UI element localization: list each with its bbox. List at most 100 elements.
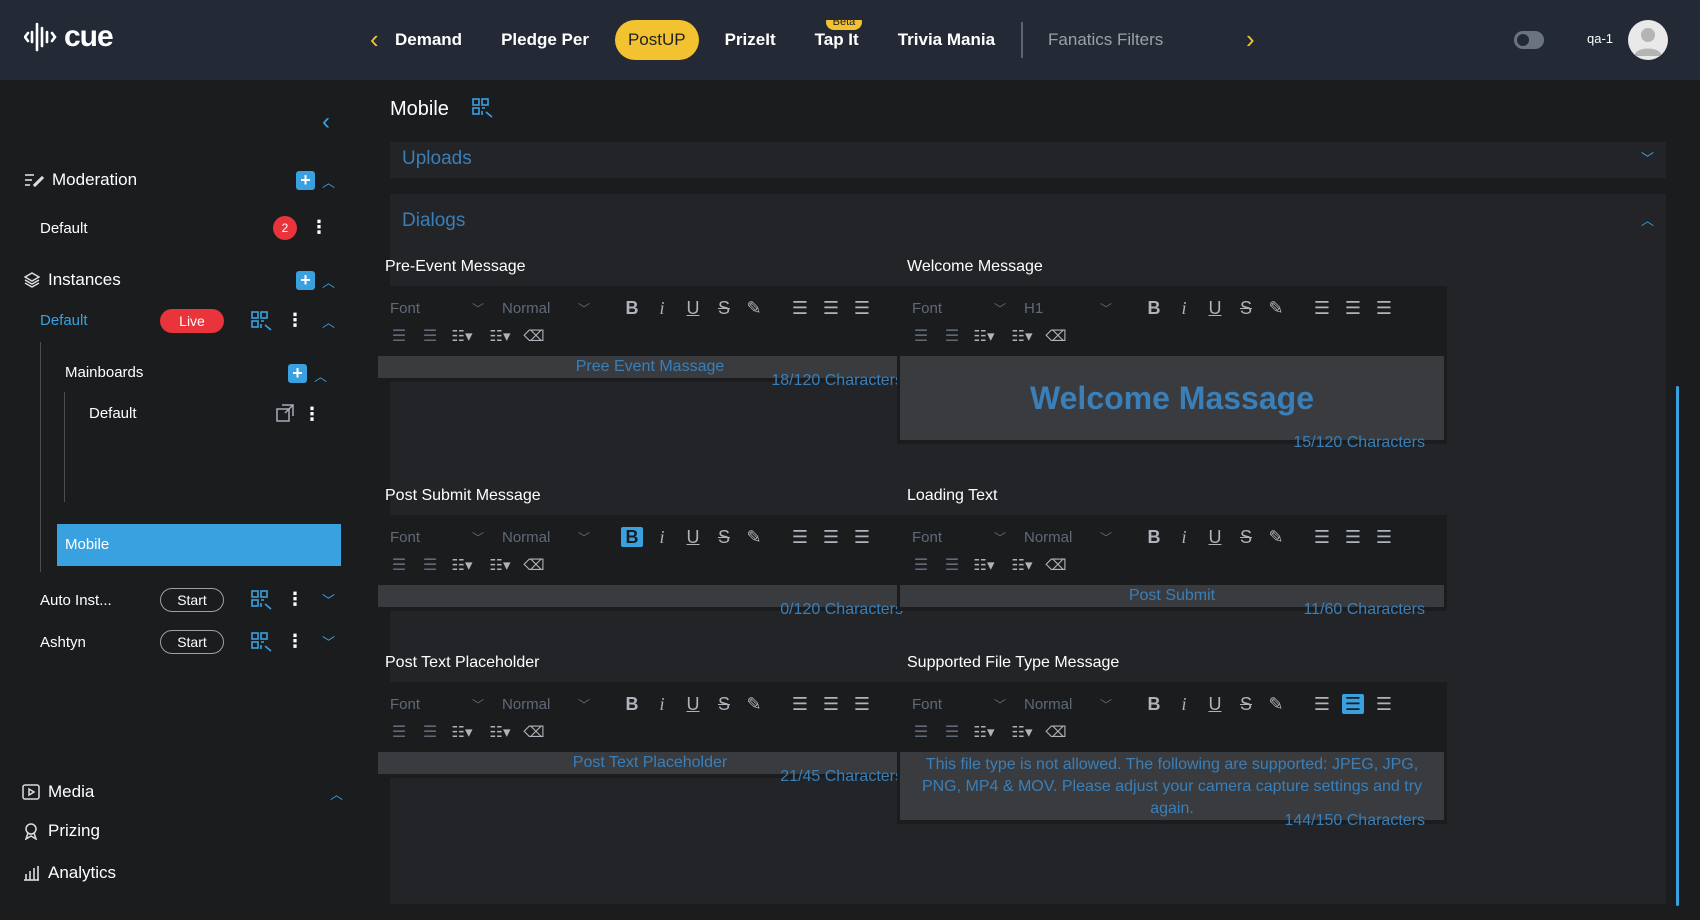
italic-icon[interactable]: i <box>1173 694 1195 714</box>
highlighter-icon[interactable]: ✎ <box>1265 298 1287 318</box>
eraser-icon[interactable]: ⌫ <box>1045 723 1067 743</box>
align-right-icon[interactable]: ☰ <box>1373 694 1395 714</box>
font-select[interactable]: Font <box>912 696 942 713</box>
underline-icon[interactable]: U <box>682 527 704 547</box>
ordered-list-icon[interactable]: ☷▾ <box>451 327 473 347</box>
align-left-icon[interactable]: ☰ <box>789 527 811 547</box>
align-right-icon[interactable]: ☰ <box>851 298 873 318</box>
align-center-icon[interactable]: ☰ <box>1342 527 1364 547</box>
align-left-icon[interactable]: ☰ <box>1311 298 1333 318</box>
indent-icon[interactable]: ☰ <box>419 723 441 743</box>
logo[interactable]: cue <box>24 20 114 54</box>
instance-auto-menu-icon[interactable]: ⋮ <box>285 589 305 610</box>
eraser-icon[interactable]: ⌫ <box>1045 327 1067 347</box>
indent-icon[interactable]: ☰ <box>941 327 963 347</box>
indent-icon[interactable]: ☰ <box>419 327 441 347</box>
add-instance-button[interactable]: + <box>296 271 315 290</box>
strikethrough-icon[interactable]: S <box>713 694 735 714</box>
align-left-icon[interactable]: ☰ <box>789 298 811 318</box>
qr-code-icon[interactable] <box>251 311 273 331</box>
align-center-icon[interactable]: ☰ <box>820 527 842 547</box>
underline-icon[interactable]: U <box>682 694 704 714</box>
uploads-section[interactable]: Uploads ﹀ <box>390 142 1666 178</box>
align-left-icon[interactable]: ☰ <box>789 694 811 714</box>
italic-icon[interactable]: i <box>651 527 673 547</box>
tab-postup[interactable]: PostUP <box>614 20 699 60</box>
bold-icon[interactable]: B <box>621 527 643 547</box>
outdent-icon[interactable]: ☰ <box>388 327 410 347</box>
underline-icon[interactable]: U <box>1204 298 1226 318</box>
chevron-down-icon[interactable]: ﹀ <box>578 529 590 546</box>
align-center-icon[interactable]: ☰ <box>820 694 842 714</box>
qr-code-icon[interactable] <box>251 590 273 610</box>
avatar[interactable] <box>1628 20 1668 60</box>
highlighter-icon[interactable]: ✎ <box>743 694 765 714</box>
instance-default-menu-icon[interactable]: ⋮ <box>285 310 305 331</box>
bold-icon[interactable]: B <box>621 298 643 318</box>
bold-icon[interactable]: B <box>1143 527 1165 547</box>
bold-icon[interactable]: B <box>1143 694 1165 714</box>
outdent-icon[interactable]: ☰ <box>388 556 410 576</box>
align-left-icon[interactable]: ☰ <box>1311 694 1333 714</box>
chevron-down-icon[interactable]: ﹀ <box>1100 529 1112 546</box>
chevron-down-icon[interactable]: ﹀ <box>578 300 590 317</box>
bullet-list-icon[interactable]: ☷▾ <box>1011 327 1033 347</box>
strikethrough-icon[interactable]: S <box>1235 694 1257 714</box>
chevron-down-icon[interactable]: ﹀ <box>472 696 484 713</box>
font-select[interactable]: Font <box>390 696 420 713</box>
chevron-down-icon[interactable]: ﹀ <box>472 300 484 317</box>
tab-tap-it[interactable]: Tap It Beta <box>802 20 872 60</box>
nav-next-icon[interactable]: › <box>1246 24 1255 54</box>
align-right-icon[interactable]: ☰ <box>1373 527 1395 547</box>
moderation-menu-icon[interactable]: ⋮ <box>309 217 329 238</box>
bullet-list-icon[interactable]: ☷▾ <box>489 556 511 576</box>
mainboard-default[interactable]: Default <box>89 405 137 422</box>
add-mainboard-button[interactable]: + <box>288 364 307 383</box>
outdent-icon[interactable]: ☰ <box>910 327 932 347</box>
chevron-down-icon[interactable]: ﹀ <box>322 590 335 609</box>
ordered-list-icon[interactable]: ☷▾ <box>973 327 995 347</box>
size-select[interactable]: H1 <box>1024 300 1043 317</box>
strikethrough-icon[interactable]: S <box>1235 527 1257 547</box>
bullet-list-icon[interactable]: ☷▾ <box>1011 556 1033 576</box>
mainboards-row[interactable]: Mainboards <box>65 364 143 381</box>
sidebar-item-prizing[interactable]: Prizing <box>22 821 100 841</box>
bullet-list-icon[interactable]: ☷▾ <box>489 327 511 347</box>
chevron-down-icon[interactable]: ﹀ <box>1100 696 1112 713</box>
bullet-list-icon[interactable]: ☷▾ <box>489 723 511 743</box>
tab-demand[interactable]: Demand <box>390 20 475 60</box>
tab-trivia-mania[interactable]: Trivia Mania <box>885 20 1008 60</box>
text-area[interactable]: This file type is not allowed. The follo… <box>900 752 1444 820</box>
instance-auto[interactable]: Auto Inst... <box>40 592 112 609</box>
chevron-down-icon[interactable]: ﹀ <box>994 300 1006 317</box>
size-select[interactable]: Normal <box>1024 529 1072 546</box>
outdent-icon[interactable]: ☰ <box>910 723 932 743</box>
eraser-icon[interactable]: ⌫ <box>523 723 545 743</box>
instance-ashtyn[interactable]: Ashtyn <box>40 634 86 651</box>
align-right-icon[interactable]: ☰ <box>1373 298 1395 318</box>
strikethrough-icon[interactable]: S <box>713 298 735 318</box>
outdent-icon[interactable]: ☰ <box>910 556 932 576</box>
chevron-up-icon[interactable]: ︿ <box>330 784 343 803</box>
font-select[interactable]: Font <box>912 300 942 317</box>
ordered-list-icon[interactable]: ☷▾ <box>451 556 473 576</box>
eraser-icon[interactable]: ⌫ <box>523 327 545 347</box>
chevron-down-icon[interactable]: ﹀ <box>1100 300 1112 317</box>
chevron-down-icon[interactable]: ﹀ <box>994 529 1006 546</box>
font-select[interactable]: Font <box>912 529 942 546</box>
sidebar-item-analytics[interactable]: Analytics <box>22 863 116 883</box>
eraser-icon[interactable]: ⌫ <box>1045 556 1067 576</box>
size-select[interactable]: Normal <box>502 300 550 317</box>
indent-icon[interactable]: ☰ <box>941 723 963 743</box>
italic-icon[interactable]: i <box>1173 527 1195 547</box>
strikethrough-icon[interactable]: S <box>1235 298 1257 318</box>
open-external-icon[interactable] <box>276 404 294 422</box>
ordered-list-icon[interactable]: ☷▾ <box>451 723 473 743</box>
tab-pledge-per[interactable]: Pledge Per <box>488 20 602 60</box>
outdent-icon[interactable]: ☰ <box>388 723 410 743</box>
tab-fanatics-filters[interactable]: Fanatics Filters <box>1035 20 1176 60</box>
chevron-up-icon[interactable]: ︿ <box>322 272 335 291</box>
chevron-down-icon[interactable]: ﹀ <box>472 529 484 546</box>
bold-icon[interactable]: B <box>1143 298 1165 318</box>
chevron-up-icon[interactable]: ︿ <box>322 172 335 191</box>
